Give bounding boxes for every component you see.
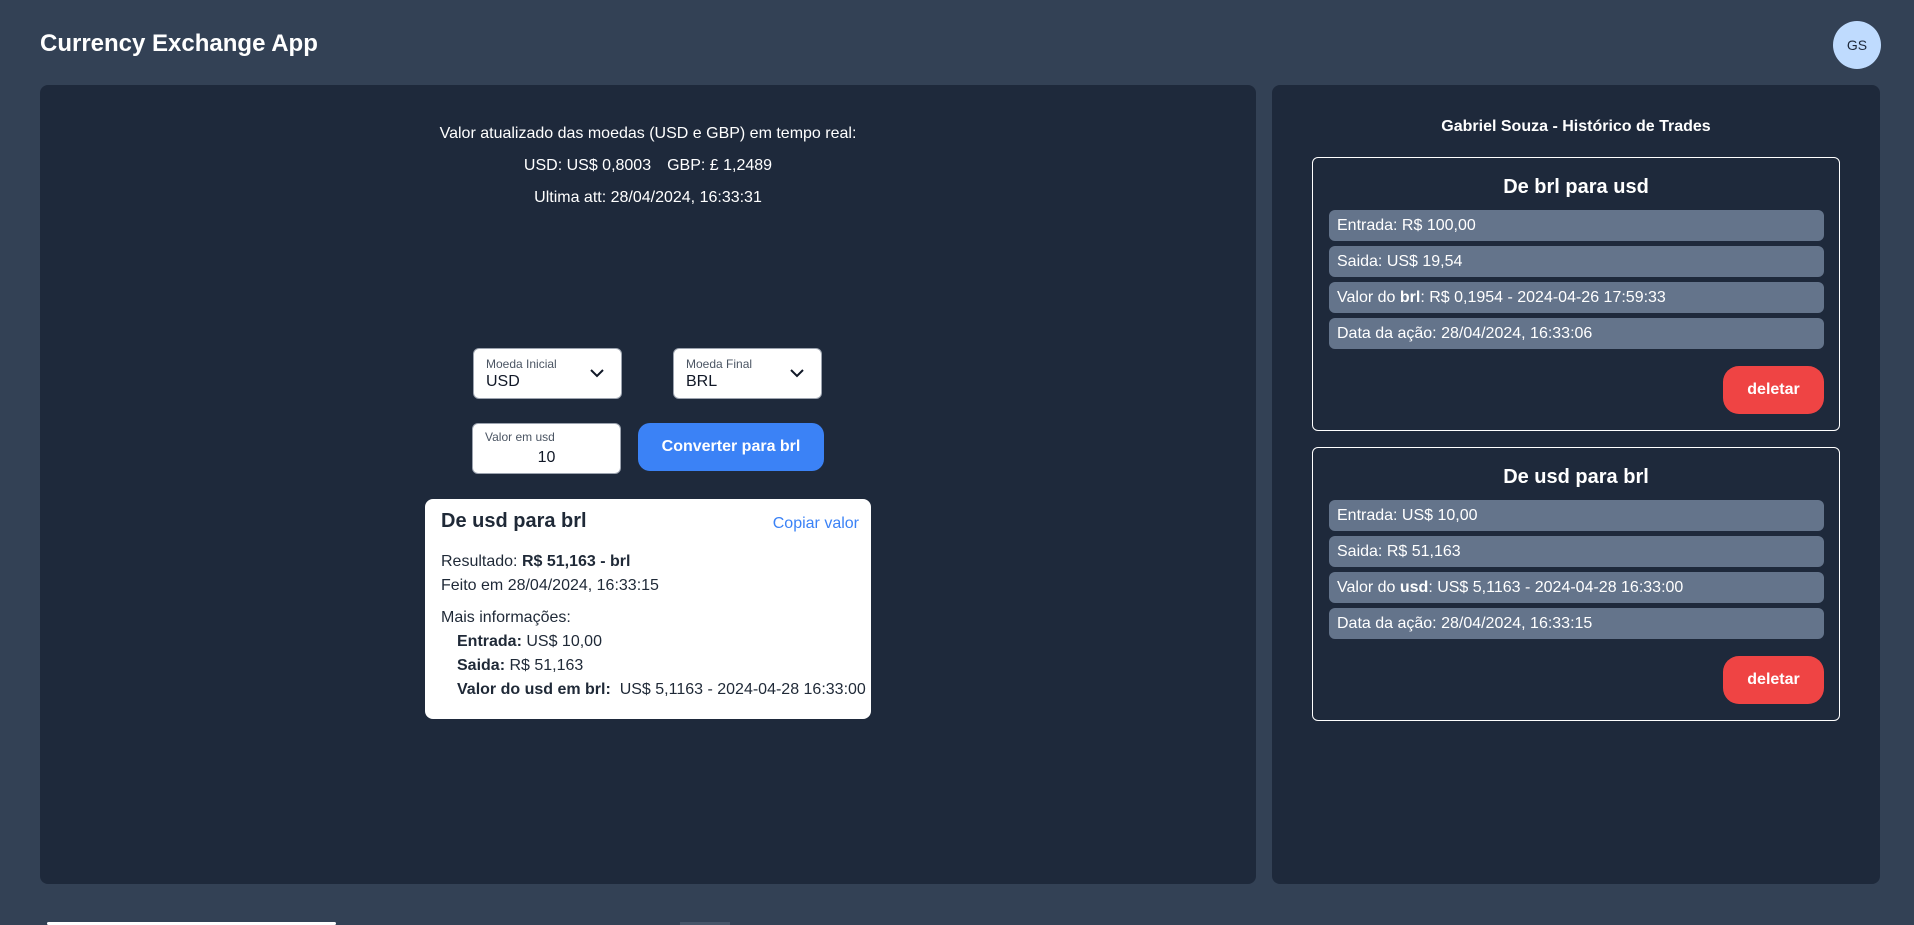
initial-currency-select[interactable]: Moeda Inicial USD [473,348,622,399]
result-label: Resultado: [441,553,518,570]
copy-value-link[interactable]: Copiar valor [773,515,859,533]
chevron-down-icon [790,369,804,378]
user-avatar[interactable]: GS [1833,21,1881,69]
delete-button[interactable]: deletar [1723,656,1824,704]
trade-data: Data da ação: 28/04/2024, 16:33:15 [1329,608,1824,639]
last-update: Ultima att: 28/04/2024, 16:33:31 [534,189,762,206]
trade-valor: Valor do usd: US$ 5,1163 - 2024-04-28 16… [1329,572,1824,603]
final-currency-label: Moeda Final [686,357,753,371]
trade-valor-currency: usd [1399,579,1429,596]
entrada-line: Entrada: US$ 10,00 [457,633,602,651]
amount-input[interactable] [483,447,610,469]
trade-entrada: Entrada: US$ 10,00 [1329,500,1824,531]
result-title: De usd para brl [441,510,587,532]
converter-panel: Valor atualizado das moedas (USD e GBP) … [40,85,1256,884]
initial-currency-value: USD [486,373,520,390]
app-title: Currency Exchange App [40,30,318,57]
trade-valor-suffix: : US$ 5,1163 - 2024-04-28 16:33:00 [1428,579,1684,596]
trade-title: De brl para usd [1503,176,1649,198]
trade-saida: Saida: R$ 51,163 [1329,536,1824,567]
trade-title: De usd para brl [1503,466,1649,488]
usd-rate: USD: US$ 0,8003 [523,157,652,174]
result-card: De usd para brl Copiar valor Resultado: … [425,499,871,719]
saida-line: Saida: R$ 51,163 [457,657,583,675]
rate-label: Valor do usd em brl: [457,681,611,698]
trade-data: Data da ação: 28/04/2024, 16:33:06 [1329,318,1824,349]
trade-valor-prefix: Valor do [1337,289,1400,306]
trade-valor-currency: brl [1399,289,1421,306]
trade-card: De brl para usd Entrada: R$ 100,00 Saida… [1312,157,1840,431]
final-currency-value: BRL [686,373,718,390]
delete-button[interactable]: deletar [1723,366,1824,414]
entrada-label: Entrada: [457,633,522,650]
initial-currency-label: Moeda Inicial [486,357,557,371]
rates-info: Valor atualizado das moedas (USD e GBP) … [40,118,1256,214]
saida-label: Saida: [457,657,506,674]
rate-line: Valor do usd em brl: US$ 5,1163 - 2024-0… [457,681,866,699]
done-at: Feito em 28/04/2024, 16:33:15 [441,577,659,594]
entrada-value: US$ 10,00 [526,633,602,650]
rate-value: US$ 5,1163 - 2024-04-28 16:33:00 [619,681,866,698]
saida-value: R$ 51,163 [509,657,584,674]
history-panel: Gabriel Souza - Histórico de Trades De b… [1272,85,1880,884]
trade-saida: Saida: US$ 19,54 [1329,246,1824,277]
trade-valor-suffix: : R$ 0,1954 - 2024-04-26 17:59:33 [1420,289,1666,306]
gbp-rate: GBP: £ 1,2489 [667,157,773,174]
trade-valor: Valor do brl: R$ 0,1954 - 2024-04-26 17:… [1329,282,1824,313]
result-line: Resultado: R$ 51,163 - brl [441,553,630,571]
final-currency-select[interactable]: Moeda Final BRL [673,348,822,399]
amount-field: Valor em usd [472,423,621,474]
amount-label: Valor em usd [485,430,555,444]
trade-card: De usd para brl Entrada: US$ 10,00 Saida… [1312,447,1840,721]
result-value: R$ 51,163 - brl [521,553,631,570]
more-info-heading: Mais informações: [441,609,571,626]
chevron-down-icon [590,369,604,378]
trade-entrada: Entrada: R$ 100,00 [1329,210,1824,241]
trade-valor-prefix: Valor do [1337,579,1400,596]
rates-headline: Valor atualizado das moedas (USD e GBP) … [439,125,857,142]
rates-values: USD: US$ 0,8003 GBP: £ 1,2489 [40,150,1256,182]
history-title: Gabriel Souza - Histórico de Trades [1441,118,1711,135]
convert-button[interactable]: Converter para brl [638,423,824,471]
